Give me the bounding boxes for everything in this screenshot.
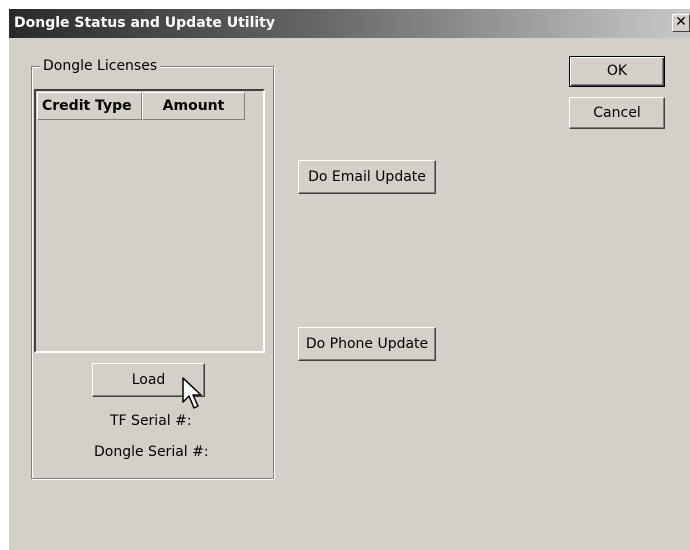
ok-button[interactable]: OK [569,56,665,87]
close-button[interactable]: ✕ [672,14,690,32]
column-header-credit-type[interactable]: Credit Type [37,92,142,120]
close-icon: ✕ [675,14,687,30]
dongle-serial-label: Dongle Serial #: [94,444,209,460]
mouse-pointer-icon [182,377,202,409]
title-bar[interactable]: Dongle Status and Update Utility ✕ [9,9,690,38]
phone-update-button[interactable]: Do Phone Update [298,327,436,361]
credits-list[interactable]: Credit Type Amount [34,89,265,353]
window-title: Dongle Status and Update Utility [14,15,275,31]
email-update-button[interactable]: Do Email Update [298,160,436,194]
dialog-window: Dongle Status and Update Utility ✕ Dongl… [9,9,690,550]
cancel-button[interactable]: Cancel [569,97,665,129]
column-header-amount[interactable]: Amount [142,92,245,120]
tf-serial-label: TF Serial #: [110,413,192,429]
group-label: Dongle Licenses [40,58,161,74]
list-header: Credit Type Amount [37,92,245,120]
